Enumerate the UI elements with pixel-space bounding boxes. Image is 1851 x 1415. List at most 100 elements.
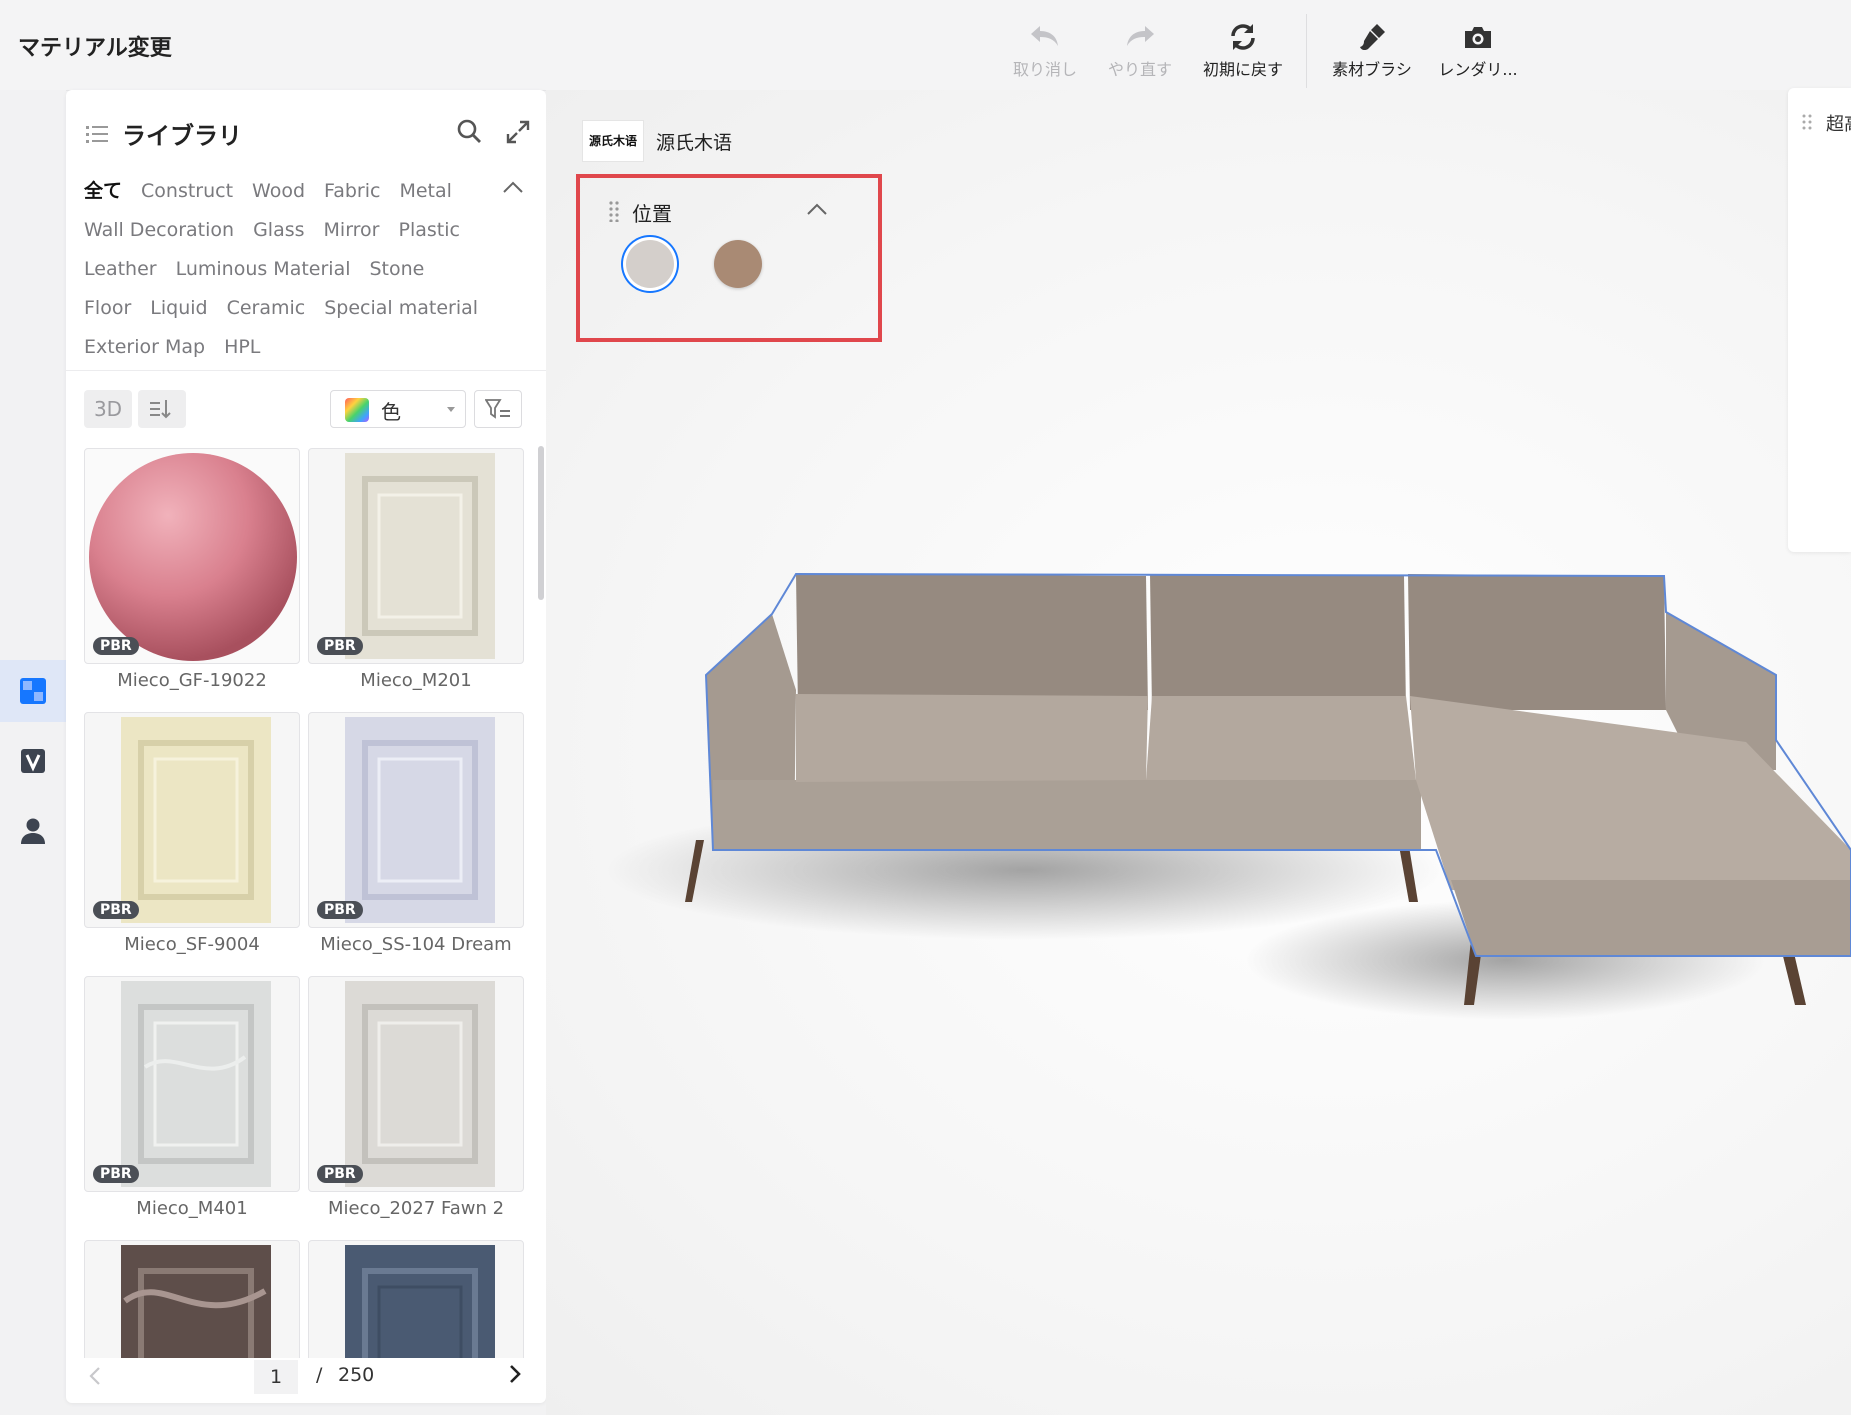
redo-button[interactable]: やり直す xyxy=(1094,22,1186,80)
category-leather[interactable]: Leather xyxy=(84,250,157,289)
material-name: Mieco_SF-9004 xyxy=(124,934,260,955)
refresh-icon xyxy=(1231,24,1255,50)
brush-icon xyxy=(1360,24,1385,51)
category-ceramic[interactable]: Ceramic xyxy=(227,289,306,328)
material-card[interactable]: PBR Mieco_2027 Fawn 2 xyxy=(308,976,524,1219)
reset-button[interactable]: 初期に戻す xyxy=(1197,22,1289,80)
filter-button[interactable] xyxy=(474,390,522,428)
category-metal[interactable]: Metal xyxy=(399,172,451,211)
color-palette-icon xyxy=(345,398,369,422)
category-mirror[interactable]: Mirror xyxy=(324,211,380,250)
brand-name: 源氏木语 xyxy=(656,132,733,154)
category-glass[interactable]: Glass xyxy=(253,211,304,250)
swatch-light-gray[interactable] xyxy=(626,240,674,288)
page-total: 250 xyxy=(338,1364,375,1386)
materials-icon xyxy=(20,678,46,704)
library-divider xyxy=(66,370,546,371)
category-special-material[interactable]: Special material xyxy=(324,289,478,328)
search-icon[interactable] xyxy=(456,118,482,144)
camera-icon xyxy=(1465,27,1491,48)
brand-logo: 源氏木语 xyxy=(582,120,644,162)
material-brush-button[interactable]: 素材ブラシ xyxy=(1326,22,1418,80)
material-name: Mieco_M201 xyxy=(360,670,472,691)
view-3d-button[interactable]: 3D xyxy=(84,390,132,428)
sort-button[interactable] xyxy=(138,390,186,428)
category-floor[interactable]: Floor xyxy=(84,289,131,328)
material-thumbnail xyxy=(84,1240,300,1358)
color-filter-select[interactable]: 色 xyxy=(330,390,466,428)
reset-label: 初期に戻す xyxy=(1202,60,1283,79)
chevron-left-icon[interactable] xyxy=(88,1366,102,1386)
redo-label: やり直す xyxy=(1107,60,1172,79)
material-card[interactable]: PBR Mieco_M201 xyxy=(308,448,524,691)
category-luminous-material[interactable]: Luminous Material xyxy=(176,250,351,289)
door-panel-preview xyxy=(345,981,495,1187)
swatch-brown[interactable] xyxy=(714,240,762,288)
v-icon xyxy=(21,749,45,773)
material-card[interactable]: PBR Mieco_GF-19022 xyxy=(84,448,300,691)
page-separator: / xyxy=(316,1364,323,1386)
undo-icon xyxy=(1031,26,1058,46)
pbr-badge: PBR xyxy=(317,1165,363,1183)
material-card[interactable] xyxy=(308,1240,524,1358)
user-icon xyxy=(21,818,45,844)
category-list: 全て Construct Wood Fabric Metal Wall Decorati… xyxy=(84,172,504,367)
door-panel-preview xyxy=(121,717,271,923)
pbr-badge: PBR xyxy=(93,637,139,655)
pbr-badge: PBR xyxy=(317,637,363,655)
page-number-input[interactable]: 1 xyxy=(254,1360,298,1394)
drag-handle-icon[interactable] xyxy=(1802,114,1812,134)
door-panel-preview xyxy=(345,1245,495,1358)
category-stone[interactable]: Stone xyxy=(370,250,425,289)
right-panel-label: 超高 xyxy=(1826,114,1851,135)
material-thumbnail: PBR xyxy=(84,448,300,664)
right-side-panel: 超高 xyxy=(1788,88,1851,552)
category-wood[interactable]: Wood xyxy=(252,172,305,211)
category-exterior-map[interactable]: Exterior Map xyxy=(84,328,205,367)
door-panel-preview xyxy=(121,1245,271,1358)
door-panel-preview xyxy=(345,717,495,923)
undo-button[interactable]: 取り消し xyxy=(999,22,1091,80)
position-title: 位置 xyxy=(632,202,672,226)
chevron-right-icon[interactable] xyxy=(508,1364,522,1384)
material-name: Mieco_2027 Fawn 2 xyxy=(327,1198,505,1219)
category-plastic[interactable]: Plastic xyxy=(399,211,460,250)
expand-icon[interactable] xyxy=(506,120,530,144)
top-bar: マテリアル変更 取り消し やり直す 初期に戻す 素材ブラシ レンダリ... xyxy=(0,0,1851,91)
library-title: ライブラリ xyxy=(122,122,242,150)
material-thumbnail: PBR xyxy=(308,448,524,664)
material-card[interactable]: PBR Mieco_SF-9004 xyxy=(84,712,300,955)
material-card[interactable] xyxy=(84,1240,300,1358)
render-label: レンダリ... xyxy=(1438,60,1518,79)
sort-icon xyxy=(150,400,171,419)
chevron-up-icon[interactable] xyxy=(502,180,524,194)
material-name: Mieco_GF-19022 xyxy=(117,670,267,691)
category-wall-decoration[interactable]: Wall Decoration xyxy=(84,211,234,250)
pbr-badge: PBR xyxy=(93,901,139,919)
color-filter-label: 色 xyxy=(381,400,401,424)
material-card[interactable]: PBR Mieco_SS-104 Dream xyxy=(308,712,524,955)
list-icon xyxy=(86,126,108,143)
material-name: Mieco_M401 xyxy=(136,1198,248,1219)
render-button[interactable]: レンダリ... xyxy=(1432,22,1524,80)
door-panel-preview xyxy=(345,453,495,659)
undo-label: 取り消し xyxy=(1012,60,1077,79)
category-fabric[interactable]: Fabric xyxy=(324,172,380,211)
app-title: マテリアル変更 xyxy=(18,36,172,61)
library-scrollbar[interactable] xyxy=(538,446,544,600)
pbr-badge: PBR xyxy=(317,901,363,919)
library-header: ライブラリ xyxy=(86,114,530,154)
category-all[interactable]: 全て xyxy=(84,172,122,211)
drag-handle-icon[interactable] xyxy=(608,200,620,222)
material-card[interactable]: PBR Mieco_M401 xyxy=(84,976,300,1219)
category-hpl[interactable]: HPL xyxy=(224,328,260,367)
chevron-up-icon[interactable] xyxy=(806,202,828,216)
rail-item-variants[interactable] xyxy=(0,730,66,792)
category-liquid[interactable]: Liquid xyxy=(150,289,207,328)
rail-item-materials[interactable] xyxy=(0,660,66,722)
rail-item-user[interactable] xyxy=(0,800,66,862)
pagination: 1 / 250 xyxy=(84,1354,528,1402)
category-construct[interactable]: Construct xyxy=(141,172,233,211)
material-thumbnail: PBR xyxy=(308,976,524,1192)
material-thumbnail: PBR xyxy=(84,976,300,1192)
